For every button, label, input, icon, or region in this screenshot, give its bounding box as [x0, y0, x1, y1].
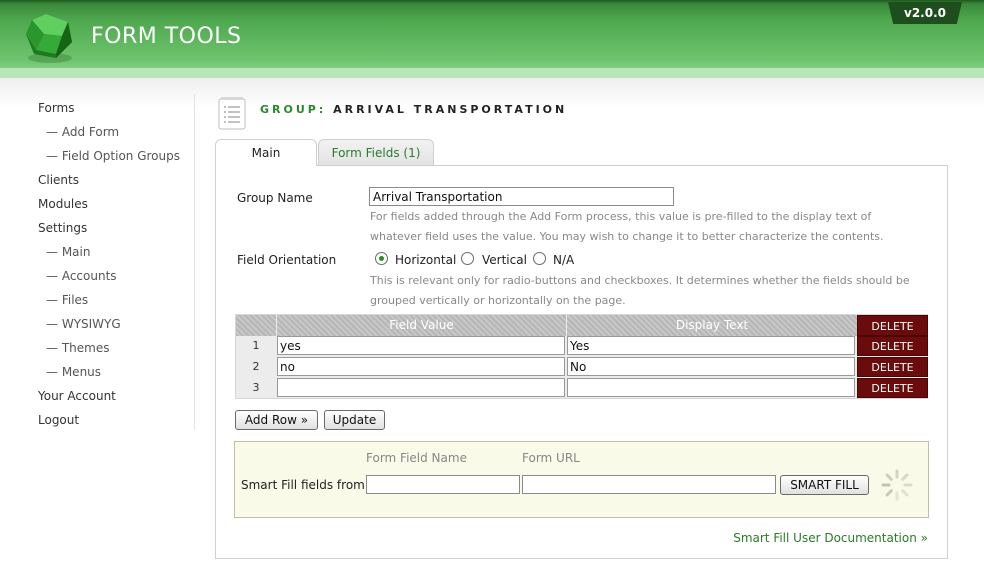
- tab-form-fields[interactable]: Form Fields (1): [318, 139, 434, 165]
- group-name-input[interactable]: [369, 187, 674, 206]
- sidebar-item-forms[interactable]: Forms: [38, 96, 188, 120]
- delete-row-button[interactable]: DELETE: [857, 336, 928, 356]
- page-title: GROUP: ARRIVAL TRANSPORTATION: [260, 103, 567, 116]
- page-title-label: GROUP:: [260, 103, 327, 116]
- smart-fill-label: Smart Fill fields from:: [241, 478, 369, 492]
- table-header-display-text: Display Text: [567, 315, 857, 336]
- row-number: 2: [236, 357, 276, 377]
- page-title-name: ARRIVAL TRANSPORTATION: [333, 103, 568, 116]
- field-options-table: Field Value Display Text DELETE 1 DELETE…: [235, 314, 928, 399]
- delete-row-button[interactable]: DELETE: [857, 378, 928, 398]
- table-header-number: [236, 315, 276, 336]
- sidebar-nav: Forms Add Form Field Option Groups Clien…: [38, 96, 188, 432]
- sidebar-divider: [194, 94, 195, 430]
- orientation-vertical-radio[interactable]: [461, 252, 474, 265]
- row-number: 1: [236, 336, 276, 356]
- field-value-input[interactable]: [277, 336, 565, 355]
- display-text-input[interactable]: [567, 357, 855, 376]
- table-header-field-value: Field Value: [277, 315, 566, 336]
- sidebar-item-field-option-groups[interactable]: Field Option Groups: [38, 144, 188, 168]
- display-text-input[interactable]: [567, 378, 855, 397]
- loading-spinner-icon: [881, 469, 913, 501]
- version-badge: v2.0.0: [888, 2, 962, 24]
- app-title: FORM TOOLS: [91, 24, 242, 49]
- sidebar-item-files[interactable]: Files: [38, 288, 188, 312]
- tab-main[interactable]: Main: [215, 139, 317, 166]
- app-header: FORM TOOLS v2.0.0: [0, 0, 984, 78]
- sidebar-item-settings[interactable]: Settings: [38, 216, 188, 240]
- sidebar-item-your-account[interactable]: Your Account: [38, 384, 188, 408]
- sidebar-item-clients[interactable]: Clients: [38, 168, 188, 192]
- smart-fill-field-name-header: Form Field Name: [366, 451, 467, 465]
- smart-fill-documentation-link[interactable]: Smart Fill User Documentation »: [733, 531, 928, 545]
- sidebar-item-add-form[interactable]: Add Form: [38, 120, 188, 144]
- form-tools-logo-icon: [26, 14, 72, 63]
- sidebar-item-themes[interactable]: Themes: [38, 336, 188, 360]
- orientation-na-radio[interactable]: [533, 252, 546, 265]
- delete-row-button[interactable]: DELETE: [857, 357, 928, 377]
- field-value-input[interactable]: [277, 378, 565, 397]
- field-orientation-help: This is relevant only for radio-buttons …: [370, 274, 910, 307]
- row-number: 3: [236, 378, 276, 398]
- document-list-icon: [218, 97, 246, 130]
- delete-all-button[interactable]: DELETE: [857, 315, 928, 336]
- update-button[interactable]: Update: [324, 410, 385, 430]
- smart-fill-button[interactable]: SMART FILL: [780, 475, 869, 495]
- sidebar-item-wysiwyg[interactable]: WYSIWYG: [38, 312, 188, 336]
- smart-fill-field-name-input[interactable]: [366, 475, 520, 494]
- orientation-horizontal-radio[interactable]: [375, 252, 388, 265]
- orientation-horizontal-label: Horizontal: [395, 253, 457, 267]
- field-value-input[interactable]: [277, 357, 565, 376]
- sidebar-item-menus[interactable]: Menus: [38, 360, 188, 384]
- field-orientation-label: Field Orientation: [237, 253, 337, 267]
- smart-fill-url-input[interactable]: [522, 475, 776, 494]
- group-name-label: Group Name: [237, 191, 313, 205]
- orientation-na-label: N/A: [553, 253, 575, 267]
- display-text-input[interactable]: [567, 336, 855, 355]
- add-row-button[interactable]: Add Row »: [235, 410, 318, 430]
- group-name-help: For fields added through the Add Form pr…: [370, 210, 884, 243]
- smart-fill-url-header: Form URL: [522, 451, 580, 465]
- sidebar-item-modules[interactable]: Modules: [38, 192, 188, 216]
- sidebar-item-logout[interactable]: Logout: [38, 408, 188, 432]
- orientation-vertical-label: Vertical: [482, 253, 527, 267]
- header-stripe: [0, 68, 984, 78]
- sidebar-item-main[interactable]: Main: [38, 240, 188, 264]
- sidebar-item-accounts[interactable]: Accounts: [38, 264, 188, 288]
